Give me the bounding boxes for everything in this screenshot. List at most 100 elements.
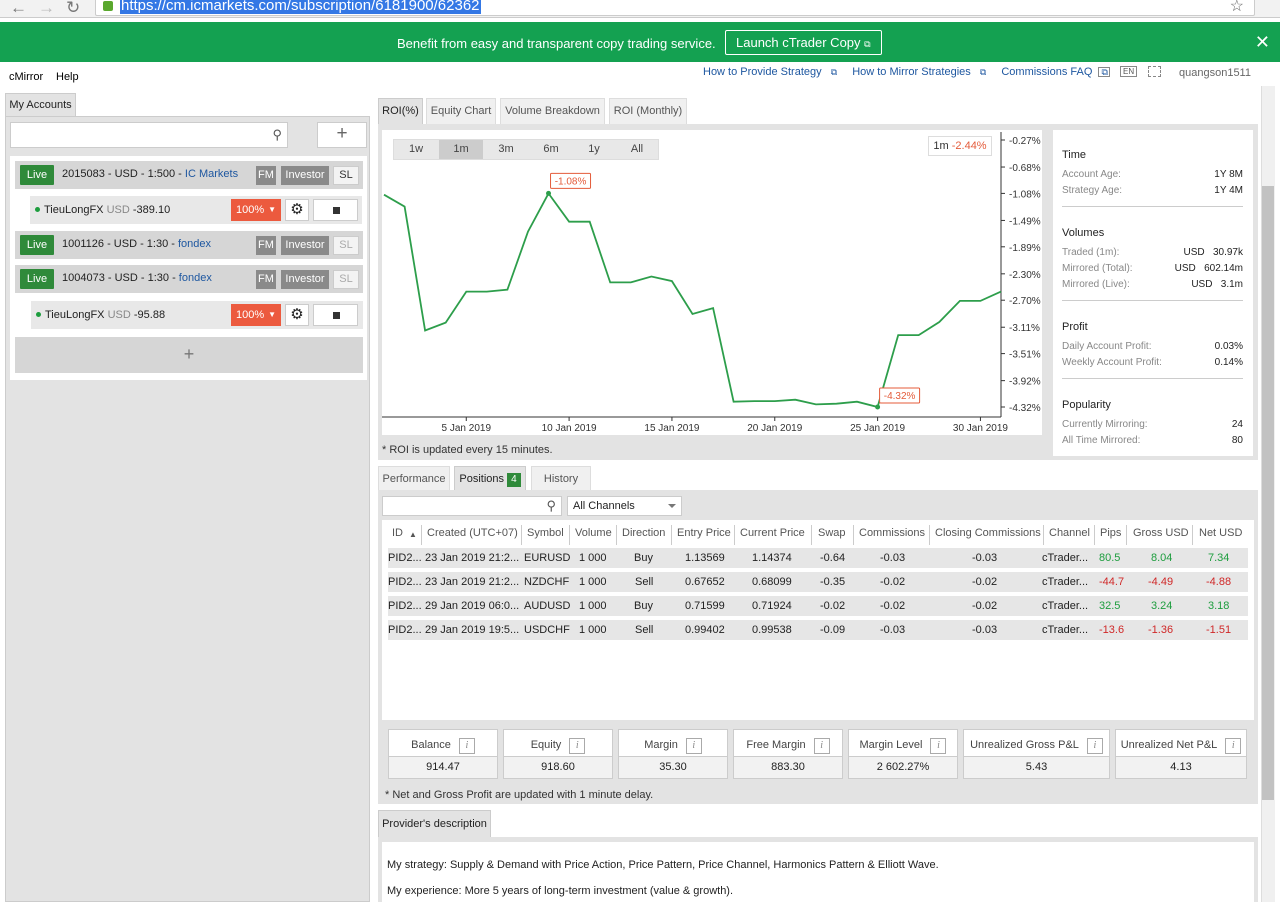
table-row[interactable]: PID2... 29 Jan 2019 19:5... USDCHF 1 000… — [388, 620, 1248, 640]
range-all[interactable]: All — [615, 140, 659, 159]
cell: 29 Jan 2019 19:5... — [425, 624, 520, 636]
tab-positions[interactable]: Positions 4 — [454, 466, 526, 492]
table-row[interactable]: PID2... 29 Jan 2019 06:0... AUDUSD 1 000… — [388, 596, 1248, 616]
col-header[interactable]: Commissions — [859, 527, 925, 539]
cell: 1 000 — [579, 600, 607, 612]
cell: -0.02 — [972, 600, 998, 612]
col-separator — [569, 525, 570, 545]
col-header[interactable]: ID — [392, 527, 403, 539]
stat-label: All Time Mirrored: — [1062, 435, 1141, 446]
marker-point — [546, 190, 552, 196]
range-1m[interactable]: 1m — [439, 140, 483, 159]
y-tick-label: -0.68% — [1009, 163, 1041, 174]
x-tick-label: 10 Jan 2019 — [542, 423, 597, 434]
col-header[interactable]: Channel — [1049, 527, 1090, 539]
y-tick-label: -1.08% — [1009, 189, 1041, 200]
card-label: Unrealized Net P&L — [1120, 739, 1218, 751]
roi-period-label: 1m -2.44% — [928, 136, 992, 156]
stats-popularity-title: Popularity — [1062, 399, 1111, 411]
stats-profit-title: Profit — [1062, 321, 1088, 333]
info-icon[interactable]: i — [569, 738, 586, 754]
col-header[interactable]: Net USD — [1199, 527, 1242, 539]
cell: 80.5 — [1099, 552, 1121, 564]
channel-select[interactable]: All Channels — [567, 496, 682, 516]
col-header[interactable]: Current Price — [740, 527, 805, 539]
col-header[interactable]: Created (UTC+07) — [427, 527, 518, 539]
tab-provider-description[interactable]: Provider's description — [378, 810, 491, 838]
table-row[interactable]: PID2... 23 Jan 2019 21:2... EURUSD 1 000… — [388, 548, 1248, 568]
range-3m[interactable]: 3m — [484, 140, 528, 159]
col-separator — [616, 525, 617, 545]
cell: 0.71599 — [685, 600, 725, 612]
cell: -44.7 — [1099, 576, 1125, 588]
col-separator — [671, 525, 672, 545]
card-label: Free Margin — [746, 739, 806, 751]
cell: AUDUSD — [524, 600, 571, 612]
roi-series-line — [383, 191, 1002, 409]
description-strategy: My strategy: Supply & Demand with Price … — [387, 859, 939, 871]
stat-label: Currently Mirroring: — [1062, 419, 1148, 430]
y-tick-label: -4.32% — [1009, 403, 1041, 414]
info-icon[interactable]: i — [930, 738, 947, 754]
roi-note: * ROI is updated every 15 minutes. — [382, 444, 553, 456]
cell: Sell — [635, 624, 654, 636]
cell: 32.5 — [1099, 600, 1121, 612]
table-row[interactable]: PID2... 23 Jan 2019 21:2... NZDCHF 1 000… — [388, 572, 1248, 592]
col-header[interactable]: Gross USD — [1133, 527, 1189, 539]
col-separator — [853, 525, 854, 545]
range-1w[interactable]: 1w — [394, 140, 438, 159]
range-6m[interactable]: 6m — [529, 140, 573, 159]
cell: -0.64 — [820, 552, 846, 564]
cell: 7.34 — [1208, 552, 1230, 564]
info-icon[interactable]: i — [458, 738, 475, 754]
info-icon[interactable]: i — [685, 738, 702, 754]
info-icon[interactable]: i — [1086, 738, 1103, 754]
cell: 1.13569 — [685, 552, 725, 564]
col-separator — [929, 525, 930, 545]
col-header[interactable]: Pips — [1100, 527, 1121, 539]
col-separator — [1043, 525, 1044, 545]
card-value: 914.47 — [389, 756, 497, 778]
cell: 23 Jan 2019 21:2... — [425, 552, 520, 564]
y-tick-label: -2.70% — [1009, 296, 1041, 307]
stat-row: Currently Mirroring: 24 — [1062, 419, 1243, 430]
cell: 0.99402 — [685, 624, 725, 636]
stat-row: Mirrored (Live): USD 3.1m — [1062, 279, 1243, 290]
card-value: 918.60 — [504, 756, 612, 778]
search-icon: ⚲ — [546, 498, 556, 513]
card-label: Equity — [530, 739, 562, 751]
stat-label: Traded (1m): — [1062, 247, 1120, 258]
col-header[interactable]: Volume — [575, 527, 612, 539]
range-1y[interactable]: 1y — [574, 140, 614, 159]
cell: -0.02 — [880, 600, 906, 612]
col-header[interactable]: Entry Price — [677, 527, 731, 539]
tab-history[interactable]: History — [531, 466, 591, 492]
cell: 0.71924 — [752, 600, 792, 612]
col-separator — [421, 525, 422, 545]
col-header[interactable]: Direction — [622, 527, 665, 539]
divider — [1062, 378, 1243, 379]
info-icon[interactable]: i — [813, 738, 830, 754]
cell: -0.35 — [820, 576, 846, 588]
cell: PID2... — [388, 576, 422, 588]
col-header[interactable]: Swap — [818, 527, 846, 539]
sort-asc-icon[interactable]: ▲ — [409, 530, 417, 539]
col-separator — [811, 525, 812, 545]
info-icon[interactable]: i — [1225, 738, 1242, 754]
col-header[interactable]: Symbol — [527, 527, 564, 539]
cell: -1.36 — [1148, 624, 1174, 636]
stat-label: Daily Account Profit: — [1062, 341, 1152, 352]
card-label: Margin — [644, 739, 678, 751]
tab-performance[interactable]: Performance — [378, 466, 450, 492]
stat-value: 0.14% — [1214, 357, 1243, 368]
card-value: 4.13 — [1116, 756, 1246, 778]
cell: -1.51 — [1206, 624, 1232, 636]
cell: -0.09 — [820, 624, 846, 636]
cell: 1.14374 — [752, 552, 792, 564]
positions-search-input[interactable]: ⚲ — [382, 496, 562, 516]
y-tick-label: -3.11% — [1009, 323, 1040, 334]
stat-value: 80 — [1231, 435, 1243, 446]
cell: 1 000 — [579, 552, 607, 564]
col-header[interactable]: Closing Commissions — [935, 527, 1041, 539]
y-tick-label: -3.92% — [1009, 377, 1041, 388]
